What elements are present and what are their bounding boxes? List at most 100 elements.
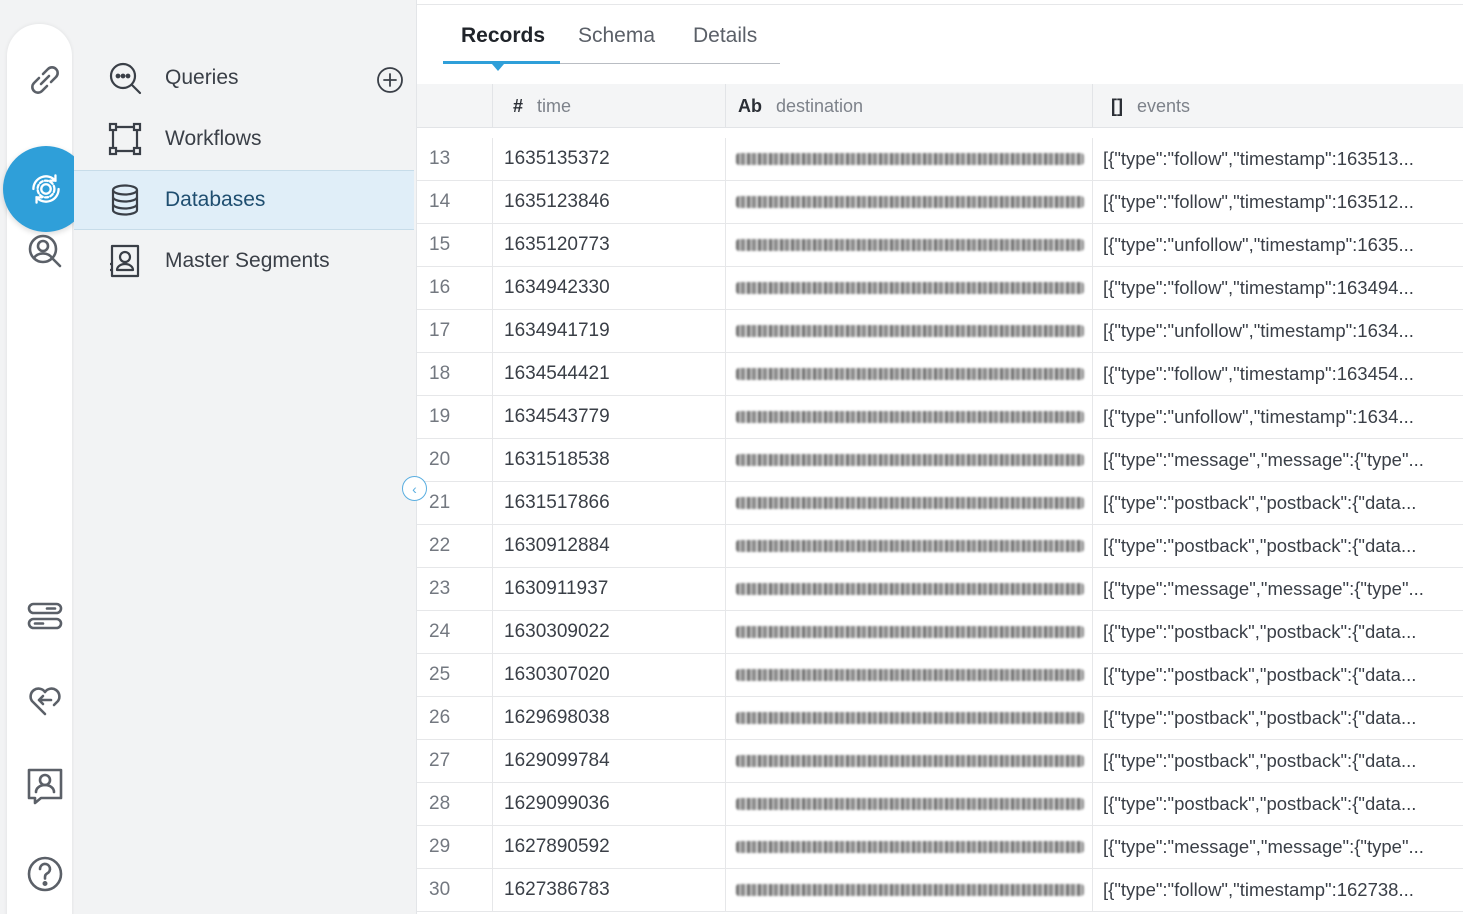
heart-return-icon[interactable] [25, 680, 65, 720]
redacted-value [736, 368, 1084, 380]
table-row[interactable]: 20 1631518538 [{"type":"message","message"… [417, 439, 1463, 482]
column-header-events[interactable]: [] events [1093, 84, 1463, 128]
cell-events[interactable]: [{"type":"postback","postback":{"data... [1093, 525, 1463, 567]
cell-events[interactable]: [{"type":"postback","postback":{"data... [1093, 611, 1463, 653]
cell-time[interactable]: 1635123846 [493, 181, 726, 223]
cell-events[interactable]: [{"type":"follow","timestamp":162738... [1093, 869, 1463, 911]
cell-events[interactable]: [{"type":"follow","timestamp":163494... [1093, 267, 1463, 309]
cell-time[interactable]: 1634941719 [493, 310, 726, 352]
toggle-stack-icon[interactable] [25, 596, 65, 636]
cell-destination[interactable] [726, 267, 1093, 309]
table-row[interactable]: 30 1627386783 [{"type":"follow","timestamp… [417, 869, 1463, 912]
cell-time[interactable]: 1630307020 [493, 654, 726, 696]
cell-time[interactable]: 1627890592 [493, 826, 726, 868]
nav-item-databases[interactable]: Databases [74, 170, 414, 230]
table-row[interactable]: 25 1630307020 [{"type":"postback","postbac… [417, 654, 1463, 697]
redacted-value [736, 669, 1084, 681]
navigation-panel: Queries Workflows Databases Master Segme… [74, 0, 416, 914]
table-row[interactable]: 19 1634543779 [{"type":"unfollow","timesta… [417, 396, 1463, 439]
tab-records[interactable]: Records [461, 24, 545, 48]
redacted-value [736, 798, 1084, 810]
table-row[interactable]: 14 1635123846 [{"type":"follow","timestamp… [417, 181, 1463, 224]
redacted-value [736, 626, 1084, 638]
collapse-panel-button[interactable]: ‹ [402, 476, 427, 501]
cell-time[interactable]: 1630911937 [493, 568, 726, 610]
table-row[interactable]: 15 1635120773 [{"type":"unfollow","timesta… [417, 224, 1463, 267]
cell-destination[interactable] [726, 525, 1093, 567]
table-row[interactable]: 27 1629099784 [{"type":"postback","postbac… [417, 740, 1463, 783]
nav-item-queries[interactable]: Queries [74, 48, 414, 108]
top-divider [417, 0, 1463, 5]
link-icon[interactable] [25, 60, 65, 100]
table-row[interactable]: 26 1629698038 [{"type":"postback","postbac… [417, 697, 1463, 740]
cell-time[interactable]: 1631518538 [493, 439, 726, 481]
table-row[interactable]: 23 1630911937 [{"type":"message","message"… [417, 568, 1463, 611]
cell-destination[interactable] [726, 353, 1093, 395]
cell-destination[interactable] [726, 869, 1093, 911]
cell-time[interactable]: 1629099784 [493, 740, 726, 782]
tab-schema[interactable]: Schema [578, 24, 655, 48]
row-number: 30 [417, 869, 493, 911]
table-row[interactable]: 24 1630309022 [{"type":"postback","postbac… [417, 611, 1463, 654]
cell-events[interactable]: [{"type":"unfollow","timestamp":1634... [1093, 310, 1463, 352]
cell-time[interactable]: 1627386783 [493, 869, 726, 911]
cell-destination[interactable] [726, 783, 1093, 825]
cell-events[interactable]: [{"type":"postback","postback":{"data... [1093, 697, 1463, 739]
cell-time[interactable]: 1634544421 [493, 353, 726, 395]
cell-events[interactable]: [{"type":"postback","postback":{"data... [1093, 482, 1463, 524]
table-row[interactable]: 13 1635135372 [{"type":"follow","timestamp… [417, 138, 1463, 181]
workflow-icon [108, 122, 142, 156]
cell-time[interactable]: 1629099036 [493, 783, 726, 825]
cell-destination[interactable] [726, 482, 1093, 524]
cell-destination[interactable] [726, 611, 1093, 653]
table-row[interactable]: 29 1627890592 [{"type":"message","message"… [417, 826, 1463, 869]
row-number: 18 [417, 353, 493, 395]
cell-destination[interactable] [726, 740, 1093, 782]
cell-time[interactable]: 1635120773 [493, 224, 726, 266]
cell-destination[interactable] [726, 181, 1093, 223]
table-row[interactable]: 22 1630912884 [{"type":"postback","postbac… [417, 525, 1463, 568]
cell-time[interactable]: 1634543779 [493, 396, 726, 438]
cell-destination[interactable] [726, 396, 1093, 438]
cell-destination[interactable] [726, 310, 1093, 352]
table-row[interactable]: 21 1631517866 [{"type":"postback","postbac… [417, 482, 1463, 525]
table-row[interactable]: 17 1634941719 [{"type":"unfollow","timesta… [417, 310, 1463, 353]
help-icon[interactable] [25, 854, 65, 894]
cell-destination[interactable] [726, 568, 1093, 610]
table-row[interactable]: 28 1629099036 [{"type":"postback","postbac… [417, 783, 1463, 826]
cell-time[interactable]: 1629698038 [493, 697, 726, 739]
add-query-button[interactable] [376, 66, 404, 94]
cell-destination[interactable] [726, 826, 1093, 868]
cell-events[interactable]: [{"type":"postback","postback":{"data... [1093, 740, 1463, 782]
column-header-destination[interactable]: Ab destination [726, 84, 1093, 128]
nav-item-workflows[interactable]: Workflows [74, 109, 414, 169]
cell-destination[interactable] [726, 138, 1093, 180]
cell-events[interactable]: [{"type":"follow","timestamp":163512... [1093, 181, 1463, 223]
column-header-time[interactable]: # time [493, 84, 726, 128]
segment-icon [110, 244, 140, 278]
cell-events[interactable]: [{"type":"postback","postback":{"data... [1093, 783, 1463, 825]
tab-details[interactable]: Details [693, 24, 757, 48]
cell-events[interactable]: [{"type":"message","message":{"type"... [1093, 826, 1463, 868]
user-search-icon[interactable] [25, 231, 65, 271]
cell-events[interactable]: [{"type":"message","message":{"type"... [1093, 568, 1463, 610]
cell-events[interactable]: [{"type":"unfollow","timestamp":1634... [1093, 396, 1463, 438]
cell-events[interactable]: [{"type":"follow","timestamp":163454... [1093, 353, 1463, 395]
cell-time[interactable]: 1630912884 [493, 525, 726, 567]
contact-card-icon[interactable] [25, 766, 65, 806]
table-row[interactable]: 18 1634544421 [{"type":"follow","timestamp… [417, 353, 1463, 396]
cell-destination[interactable] [726, 697, 1093, 739]
cell-time[interactable]: 1635135372 [493, 138, 726, 180]
cell-destination[interactable] [726, 439, 1093, 481]
cell-events[interactable]: [{"type":"follow","timestamp":163513... [1093, 138, 1463, 180]
cell-events[interactable]: [{"type":"message","message":{"type"... [1093, 439, 1463, 481]
cell-events[interactable]: [{"type":"unfollow","timestamp":1635... [1093, 224, 1463, 266]
nav-item-master-segments[interactable]: Master Segments [74, 231, 414, 291]
cell-destination[interactable] [726, 224, 1093, 266]
table-row[interactable]: 16 1634942330 [{"type":"follow","timestamp… [417, 267, 1463, 310]
cell-destination[interactable] [726, 654, 1093, 696]
cell-events[interactable]: [{"type":"postback","postback":{"data... [1093, 654, 1463, 696]
cell-time[interactable]: 1630309022 [493, 611, 726, 653]
cell-time[interactable]: 1631517866 [493, 482, 726, 524]
cell-time[interactable]: 1634942330 [493, 267, 726, 309]
